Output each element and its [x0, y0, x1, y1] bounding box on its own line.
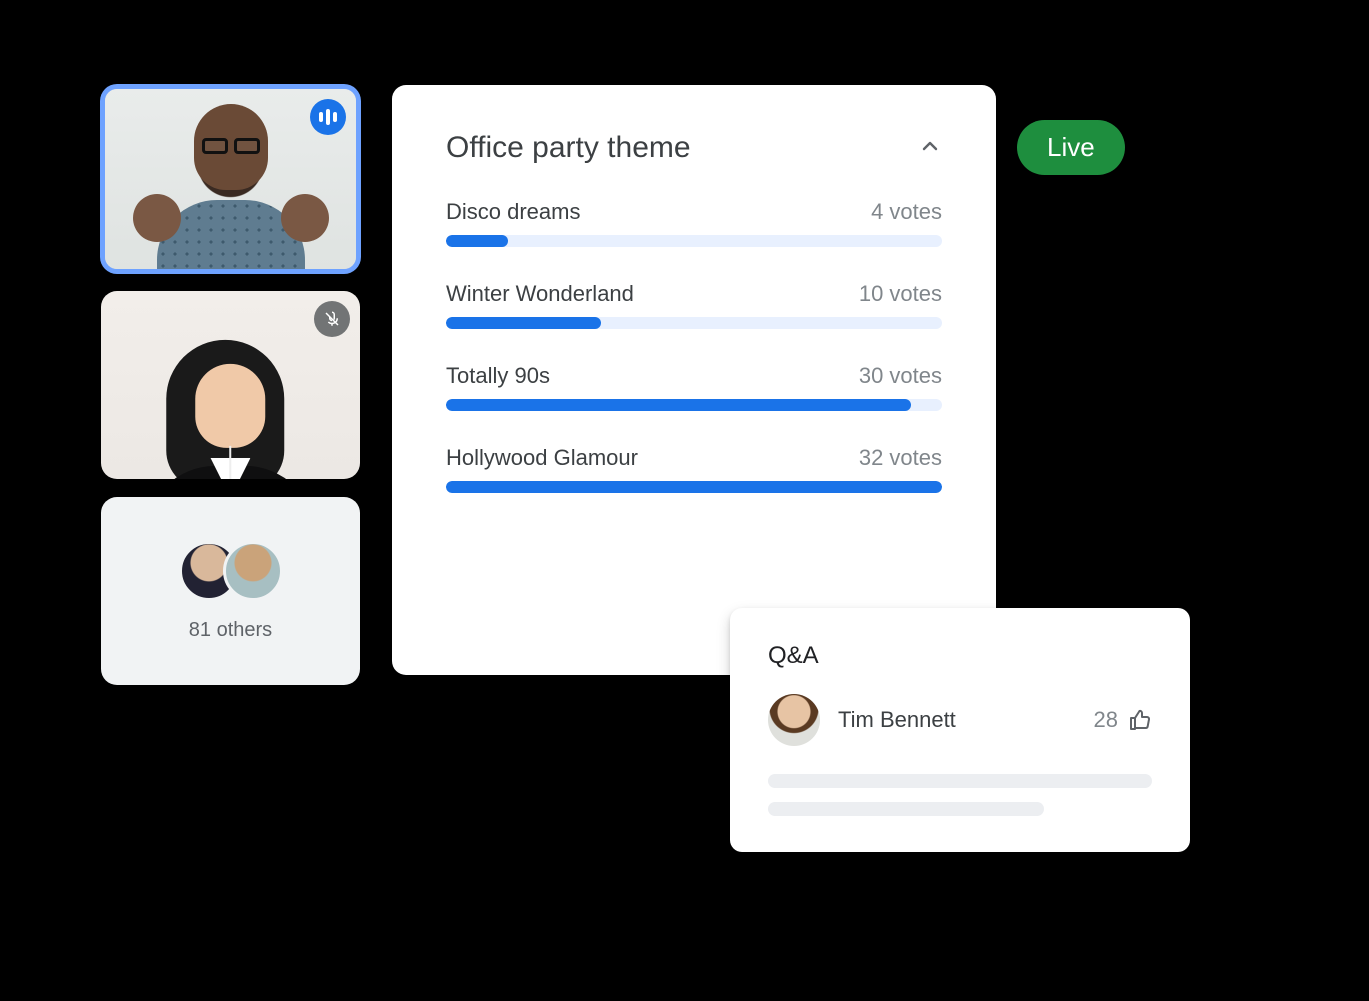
poll-bar-track: [446, 317, 942, 329]
avatar-stack: [179, 541, 283, 601]
poll-option[interactable]: Totally 90s 30 votes: [446, 363, 942, 411]
qa-author-name: Tim Bennett: [838, 707, 956, 733]
poll-option-label: Totally 90s: [446, 363, 550, 389]
avatar: [223, 541, 283, 601]
qa-card: Q&A Tim Bennett 28: [730, 608, 1190, 852]
poll-card: Office party theme Disco dreams 4 votes …: [392, 85, 996, 675]
avatar: [768, 694, 820, 746]
poll-bar-fill: [446, 399, 911, 411]
poll-option-votes: 4 votes: [871, 199, 942, 225]
poll-bar-fill: [446, 481, 942, 493]
poll-bar-fill: [446, 317, 601, 329]
thumbs-up-icon: [1128, 708, 1152, 732]
poll-option-votes: 10 votes: [859, 281, 942, 307]
poll-bar-track: [446, 399, 942, 411]
poll-option-label: Winter Wonderland: [446, 281, 634, 307]
participant-tile[interactable]: [101, 85, 360, 273]
poll-bar-fill: [446, 235, 508, 247]
poll-option-votes: 30 votes: [859, 363, 942, 389]
poll-option[interactable]: Hollywood Glamour 32 votes: [446, 445, 942, 493]
muted-icon: [314, 301, 350, 337]
qa-text-placeholder: [768, 774, 1152, 788]
poll-option[interactable]: Disco dreams 4 votes: [446, 199, 942, 247]
others-tile[interactable]: 81 others: [101, 497, 360, 685]
poll-option-votes: 32 votes: [859, 445, 942, 471]
collapse-poll-button[interactable]: [918, 134, 942, 163]
participant-column: 81 others: [101, 85, 360, 685]
live-badge: Live: [1017, 120, 1125, 175]
poll-option[interactable]: Winter Wonderland 10 votes: [446, 281, 942, 329]
poll-bar-track: [446, 481, 942, 493]
participant-video: [177, 104, 285, 232]
speaking-indicator-icon: [310, 99, 346, 135]
others-label: 81 others: [189, 619, 272, 642]
chevron-up-icon: [918, 134, 942, 158]
participant-tile[interactable]: [101, 291, 360, 479]
qa-upvote-button[interactable]: 28: [1094, 707, 1152, 733]
poll-title: Office party theme: [446, 131, 691, 165]
qa-title: Q&A: [768, 642, 1152, 670]
qa-text-placeholder: [768, 802, 1044, 816]
participant-video: [166, 340, 296, 434]
poll-option-label: Disco dreams: [446, 199, 580, 225]
qa-upvote-count: 28: [1094, 707, 1118, 733]
poll-option-label: Hollywood Glamour: [446, 445, 638, 471]
poll-bar-track: [446, 235, 942, 247]
qa-entry[interactable]: Tim Bennett 28: [768, 694, 1152, 746]
